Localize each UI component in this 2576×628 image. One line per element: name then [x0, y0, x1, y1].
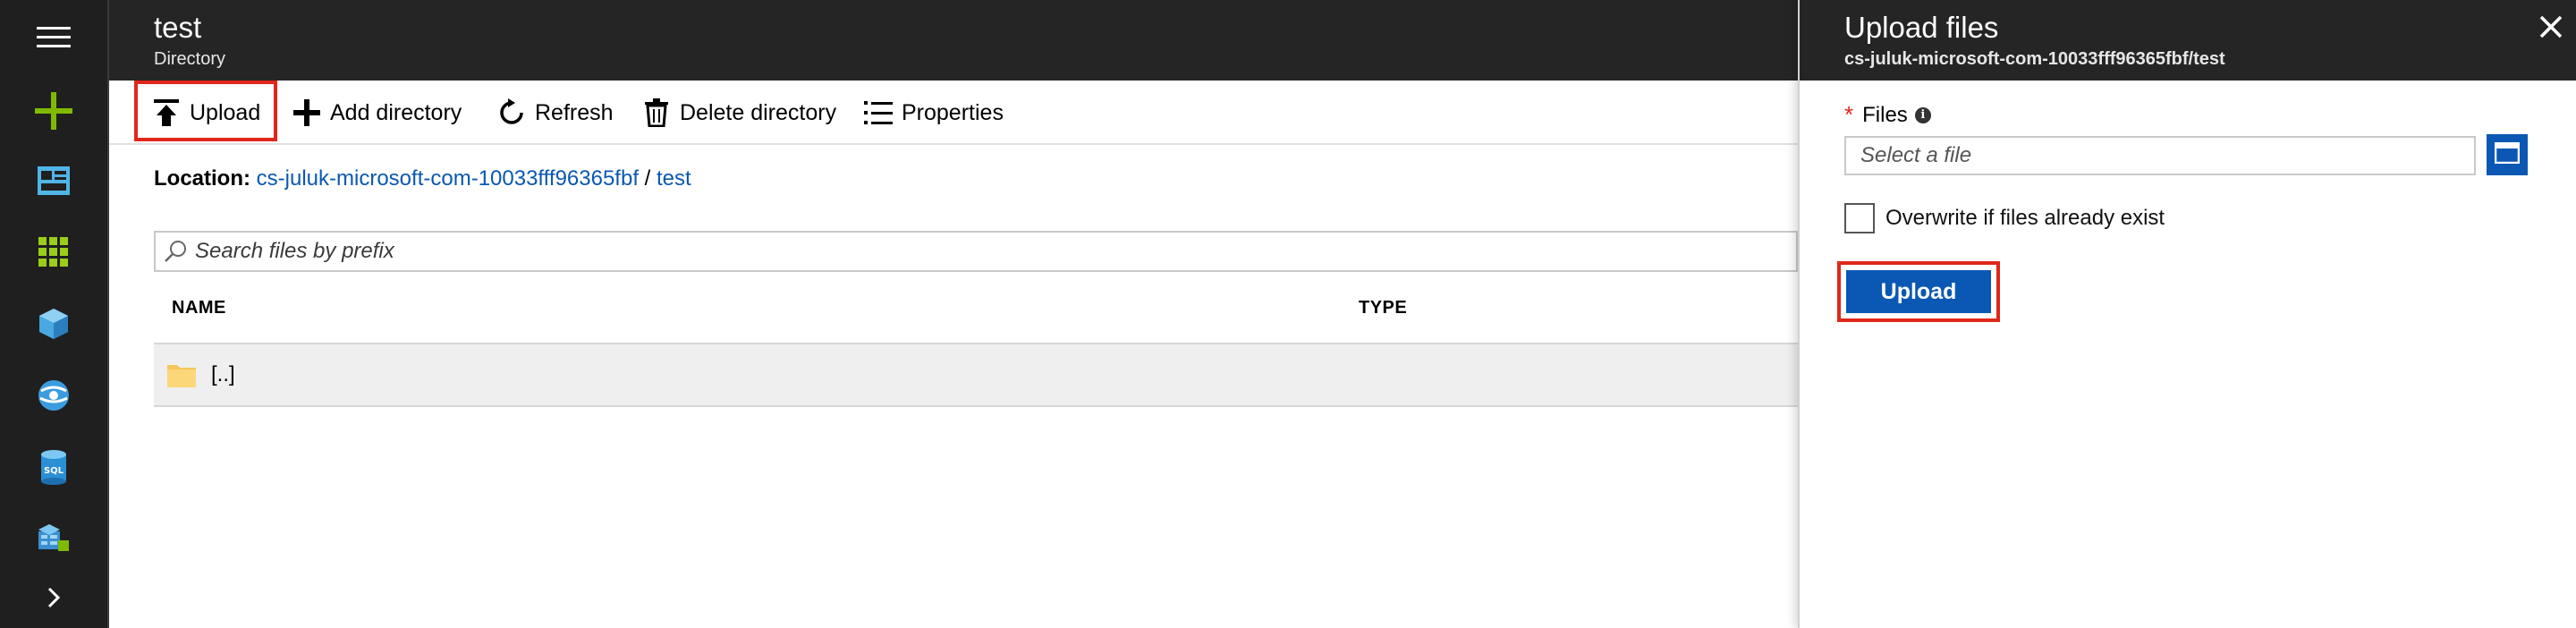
upload-button[interactable]: Upload	[134, 81, 277, 145]
refresh-icon	[496, 97, 528, 129]
folder-open-icon	[2494, 141, 2521, 168]
properties-button[interactable]: Properties	[862, 81, 1004, 145]
folder-icon	[166, 361, 197, 388]
panel-subtitle: cs-juluk-microsoft-com-10033fff96365fbf/…	[1844, 49, 2225, 69]
row-name: [..]	[211, 362, 235, 386]
toolbar: Upload Add directory Refresh Delete dire…	[109, 81, 1798, 145]
list-icon	[862, 97, 894, 129]
panel-header: Upload files cs-juluk-microsoft-com-1003…	[1800, 0, 2576, 81]
column-header-type[interactable]: TYPE	[1359, 298, 1407, 318]
add-directory-label: Add directory	[330, 99, 462, 125]
location-label: Location:	[154, 166, 250, 191]
menu-icon[interactable]	[0, 5, 107, 70]
refresh-label: Refresh	[535, 99, 614, 125]
all-services-icon[interactable]	[0, 220, 107, 284]
delete-directory-button[interactable]: Delete directory	[640, 81, 836, 145]
upload-files-panel: Upload files cs-juluk-microsoft-com-1003…	[1798, 0, 2576, 628]
required-marker: *	[1844, 101, 1854, 128]
left-nav: SQL	[0, 0, 109, 628]
panel-title: Upload files	[1844, 11, 1999, 44]
trash-icon	[640, 97, 673, 129]
files-field-label: * Files i	[1844, 101, 1931, 129]
breadcrumb-separator: /	[644, 166, 651, 191]
search-input[interactable]	[195, 239, 1716, 264]
svg-text:SQL: SQL	[44, 466, 64, 476]
overwrite-checkbox[interactable]	[1844, 203, 1875, 233]
overwrite-label: Overwrite if files already exist	[1885, 206, 2165, 230]
blade-subtitle: Directory	[154, 49, 226, 69]
close-icon[interactable]	[2537, 13, 2565, 41]
sql-databases-icon[interactable]: SQL	[0, 435, 107, 499]
breadcrumb: Location: cs-juluk-microsoft-com-10033ff…	[154, 166, 691, 191]
plus-icon	[291, 97, 323, 129]
properties-label: Properties	[902, 99, 1004, 125]
upload-icon	[150, 97, 182, 129]
delete-directory-label: Delete directory	[680, 99, 837, 125]
files-label-text: Files	[1862, 102, 1908, 127]
add-directory-button[interactable]: Add directory	[291, 81, 462, 145]
blade-header: test Directory	[109, 0, 1798, 81]
file-select-field[interactable]: Select a file	[1844, 136, 2476, 175]
expand-icon[interactable]	[0, 565, 107, 628]
breadcrumb-folder-link[interactable]: test	[657, 166, 691, 191]
column-header-name[interactable]: NAME	[172, 298, 226, 318]
dashboard-icon[interactable]	[0, 149, 107, 213]
refresh-button[interactable]: Refresh	[496, 81, 614, 145]
table-row[interactable]: [..]	[154, 344, 1798, 407]
upload-submit-highlight-box: Upload	[1837, 261, 2000, 322]
blade-title: test	[154, 11, 202, 44]
search-icon	[156, 233, 195, 270]
upload-submit-button[interactable]: Upload	[1846, 270, 1991, 313]
app-services-icon[interactable]	[0, 363, 107, 428]
search-box	[154, 231, 1798, 272]
upload-button-label: Upload	[190, 99, 261, 125]
resource-groups-icon[interactable]	[0, 292, 107, 356]
breadcrumb-share-link[interactable]: cs-juluk-microsoft-com-10033fff96365fbf	[257, 166, 639, 191]
create-resource-icon[interactable]	[0, 79, 107, 143]
browse-button[interactable]	[2487, 134, 2528, 175]
storage-icon[interactable]	[0, 506, 107, 571]
info-icon[interactable]: i	[1914, 106, 1931, 123]
